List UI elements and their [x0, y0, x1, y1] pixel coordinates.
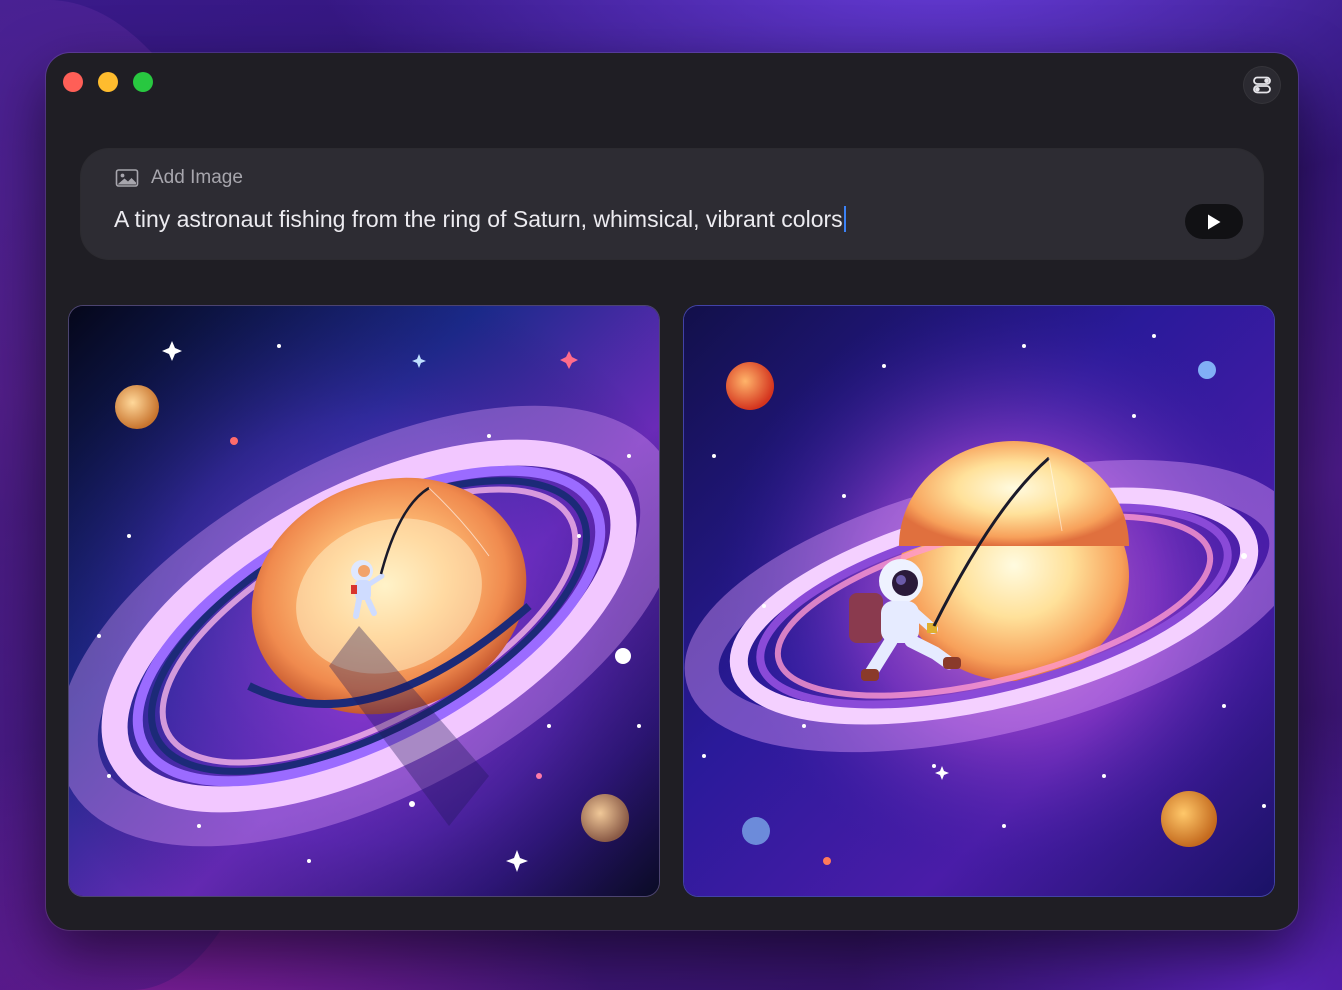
add-image-label: Add Image	[151, 167, 243, 188]
play-icon	[1208, 214, 1221, 229]
zoom-button[interactable]	[133, 72, 153, 92]
add-image-button[interactable]: Add Image	[115, 167, 243, 189]
app-window: Add Image A tiny astronaut fishing from …	[46, 53, 1298, 930]
generated-image-2-art	[684, 306, 1274, 896]
generated-image-1[interactable]	[69, 306, 659, 896]
generated-image-2[interactable]	[684, 306, 1274, 896]
settings-button[interactable]	[1244, 67, 1280, 103]
minimize-button[interactable]	[98, 72, 118, 92]
close-button[interactable]	[63, 72, 83, 92]
generated-image-1-art	[69, 306, 659, 896]
toggle-settings-icon	[1253, 76, 1271, 94]
generate-button[interactable]	[1185, 204, 1243, 239]
prompt-text: A tiny astronaut fishing from the ring o…	[114, 206, 843, 232]
prompt-input[interactable]: A tiny astronaut fishing from the ring o…	[114, 206, 846, 233]
prompt-card: Add Image A tiny astronaut fishing from …	[81, 149, 1263, 259]
text-caret	[843, 206, 846, 232]
window-controls	[63, 72, 153, 92]
image-icon	[115, 169, 139, 187]
